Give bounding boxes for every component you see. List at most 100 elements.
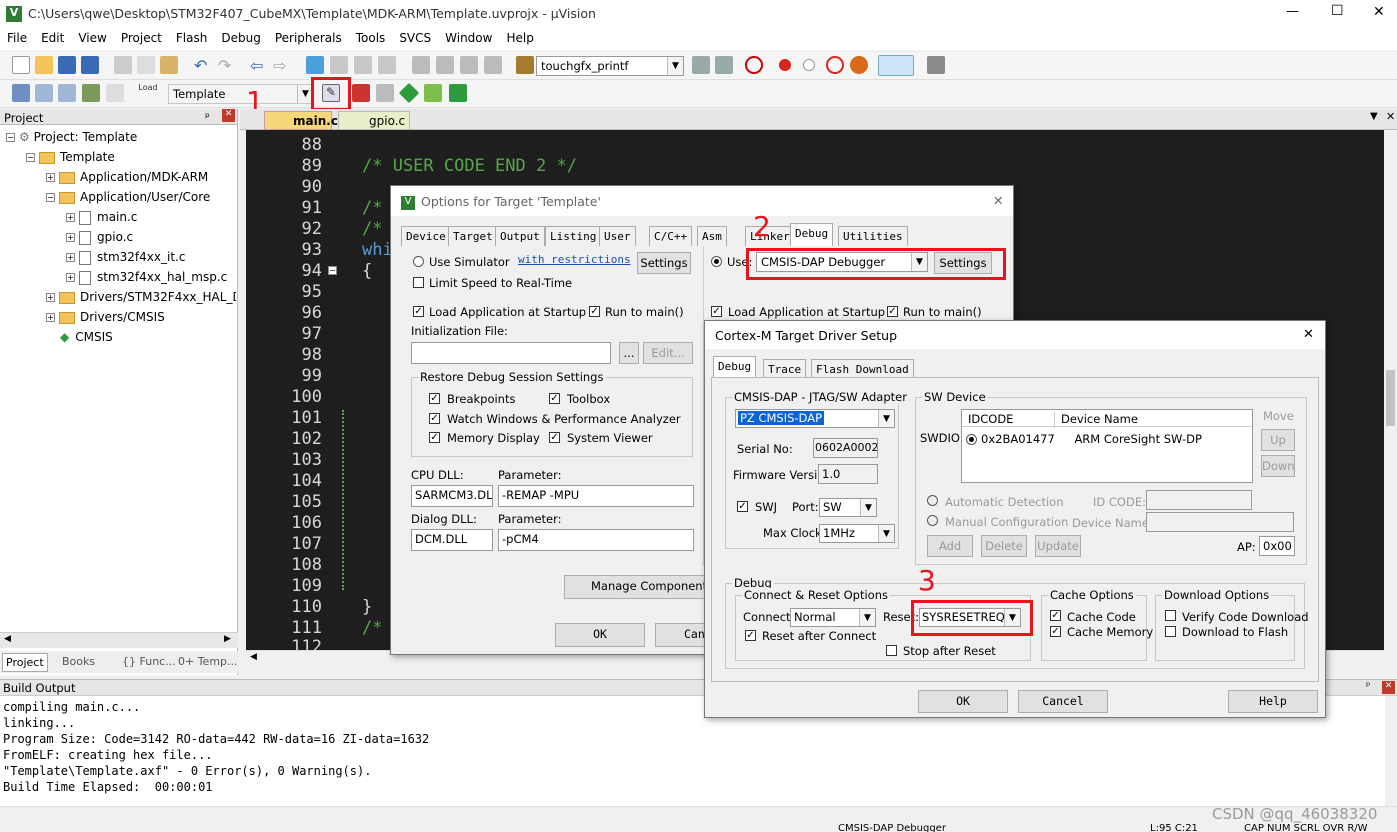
- open-icon[interactable]: [35, 56, 53, 74]
- scroll-left-icon[interactable]: ◀: [4, 634, 11, 644]
- chevron-down-icon[interactable]: ▼: [860, 499, 876, 516]
- ap-input[interactable]: 0x00: [1259, 536, 1295, 556]
- tab-listing[interactable]: Listing: [545, 226, 602, 246]
- expand-icon[interactable]: +: [46, 293, 55, 302]
- expand-icon[interactable]: +: [66, 233, 75, 242]
- tree-item-group[interactable]: − Application/User/Core: [46, 190, 210, 204]
- load-app-checkbox-right[interactable]: ✓: [711, 306, 722, 317]
- tabs-dropdown-icon[interactable]: ▼: [1370, 111, 1378, 122]
- paste-icon[interactable]: [160, 56, 178, 74]
- collapse-icon[interactable]: −: [46, 193, 55, 202]
- devname-input[interactable]: [1146, 512, 1294, 532]
- tab-device[interactable]: Device: [401, 226, 451, 246]
- scroll-left-icon[interactable]: ◀: [250, 652, 257, 662]
- use-simulator-radio[interactable]: [413, 256, 424, 267]
- simulator-settings-button[interactable]: Settings: [637, 252, 691, 274]
- init-file-input[interactable]: [411, 342, 611, 364]
- cache-mem-checkbox[interactable]: ✓: [1050, 626, 1061, 637]
- bookmark-icon[interactable]: [306, 56, 324, 74]
- tree-item-file[interactable]: + main.c: [66, 210, 137, 225]
- copy-icon[interactable]: [137, 56, 155, 74]
- manual-cfg-radio[interactable]: [927, 515, 938, 526]
- tab-debug[interactable]: Debug: [713, 356, 757, 379]
- tab-c-cpp[interactable]: C/C++: [649, 226, 693, 246]
- browse-button[interactable]: ...: [619, 342, 639, 364]
- close-tab-icon[interactable]: ✕: [1386, 110, 1395, 123]
- col-devname[interactable]: Device Name: [1054, 412, 1138, 428]
- down-button[interactable]: Down: [1261, 455, 1295, 477]
- indent-icon[interactable]: [412, 56, 430, 74]
- enable-breakpoint-icon[interactable]: [803, 59, 815, 71]
- uncomment-icon[interactable]: [484, 56, 502, 74]
- tree-item-template[interactable]: − Template: [26, 150, 115, 164]
- tab-utilities[interactable]: Utilities: [838, 226, 908, 246]
- batch-build-icon[interactable]: [82, 84, 100, 102]
- bookmark-clear-icon[interactable]: [378, 56, 396, 74]
- rebuild-icon[interactable]: [58, 84, 76, 102]
- expand-icon[interactable]: +: [66, 213, 75, 222]
- idcode-input[interactable]: [1146, 490, 1252, 510]
- insert-breakpoint-icon[interactable]: [779, 59, 791, 71]
- editor-vscrollbar[interactable]: [1384, 130, 1397, 650]
- tree-item-group[interactable]: + Drivers/CMSIS: [46, 310, 165, 324]
- menu-project[interactable]: Project: [114, 28, 169, 45]
- kill-breakpoints-icon[interactable]: [850, 56, 868, 74]
- auto-detect-radio[interactable]: [927, 495, 938, 506]
- tree-item-project[interactable]: − ⚙ Project: Template: [6, 130, 137, 144]
- dialog-dll-input[interactable]: DCM.DLL: [411, 529, 493, 551]
- redo-icon[interactable]: ↷: [218, 56, 236, 75]
- close-icon[interactable]: ✕: [1382, 681, 1395, 694]
- incremental-find-icon[interactable]: [715, 56, 733, 74]
- nav-back-icon[interactable]: ⇦: [250, 56, 268, 75]
- file-extensions-icon[interactable]: [352, 84, 370, 102]
- maxclock-select[interactable]: 1MHz ▼: [819, 524, 895, 543]
- maximize-button[interactable]: ☐: [1331, 3, 1344, 19]
- tree-item-file[interactable]: + stm32f4xx_hal_msp.c: [66, 270, 227, 285]
- memory-checkbox[interactable]: ✓: [429, 432, 440, 443]
- cpu-param-input[interactable]: -REMAP -MPU: [498, 485, 694, 507]
- translate-icon[interactable]: [12, 84, 30, 102]
- tab-asm[interactable]: Asm: [697, 226, 727, 246]
- ok-button[interactable]: OK: [555, 623, 645, 647]
- bookmark-next-icon[interactable]: [354, 56, 372, 74]
- device-row[interactable]: 0x2BA01477 ARM CoreSight SW-DP: [966, 432, 1202, 446]
- target-combo[interactable]: Template ▼: [168, 84, 314, 104]
- expand-icon[interactable]: +: [46, 173, 55, 182]
- find-combo[interactable]: touchgfx_printf ▼: [536, 56, 684, 76]
- tree-item-group[interactable]: + Application/MDK-ARM: [46, 170, 208, 184]
- port-select[interactable]: SW ▼: [819, 498, 877, 517]
- up-button[interactable]: Up: [1261, 429, 1295, 451]
- pin-icon[interactable]: ᵖ: [205, 110, 210, 124]
- menu-help[interactable]: Help: [499, 28, 540, 45]
- reset-after-checkbox[interactable]: ✓: [745, 630, 756, 641]
- undo-icon[interactable]: ↶: [194, 56, 212, 75]
- cache-code-checkbox[interactable]: ✓: [1050, 610, 1061, 621]
- debug-session-icon[interactable]: [745, 56, 763, 74]
- tree-item-group[interactable]: + Drivers/STM32F4xx_HAL_Driver: [46, 290, 236, 304]
- menu-file[interactable]: File: [0, 28, 34, 45]
- menu-svcs[interactable]: SVCS: [392, 28, 438, 45]
- scroll-thumb[interactable]: [1386, 370, 1395, 426]
- tab-templates[interactable]: 0+ Temp...: [178, 655, 238, 668]
- menu-flash[interactable]: Flash: [169, 28, 214, 45]
- cut-icon[interactable]: [114, 56, 132, 74]
- manage-component-button[interactable]: Manage Component Vie: [564, 575, 714, 599]
- menu-debug[interactable]: Debug: [214, 28, 267, 45]
- menu-view[interactable]: View: [71, 28, 113, 45]
- disable-breakpoints-icon[interactable]: [826, 56, 844, 74]
- tab-main-c[interactable]: main.c: [264, 111, 338, 130]
- col-idcode[interactable]: IDCODE: [968, 412, 1013, 426]
- new-file-icon[interactable]: [12, 56, 30, 74]
- tab-flash-download[interactable]: Flash Download: [811, 359, 914, 379]
- find-in-files-icon[interactable]: [516, 56, 534, 74]
- close-icon[interactable]: ✕: [222, 109, 235, 122]
- cortex-cancel-button[interactable]: Cancel: [1018, 690, 1108, 713]
- select-packs-icon[interactable]: [449, 84, 467, 102]
- expand-icon[interactable]: +: [66, 273, 75, 282]
- build-hscrollbar[interactable]: [0, 806, 1397, 820]
- cpu-dll-input[interactable]: SARMCM3.DLL: [411, 485, 493, 507]
- tree-item-file[interactable]: + gpio.c: [66, 230, 133, 245]
- tab-gpio-c[interactable]: gpio.c: [338, 111, 410, 130]
- fold-marker-icon[interactable]: −: [328, 266, 337, 275]
- tab-user[interactable]: User: [599, 226, 636, 246]
